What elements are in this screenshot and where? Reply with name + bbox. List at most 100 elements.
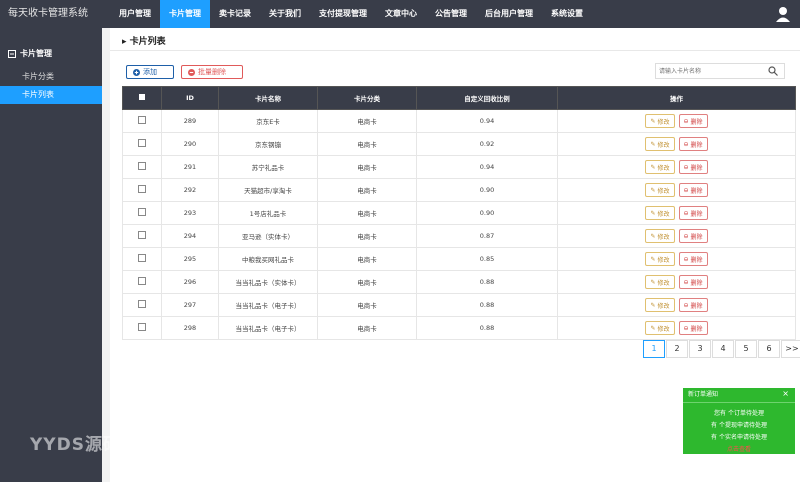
select-all-checkbox[interactable] xyxy=(139,94,145,100)
nav-item-2[interactable]: 卖卡记录 xyxy=(210,0,260,28)
edit-button[interactable]: ✎ 修改 xyxy=(645,137,675,151)
edit-button[interactable]: ✎ 修改 xyxy=(645,321,675,335)
delete-button[interactable]: ⊖ 删除 xyxy=(678,206,708,220)
header-card-name[interactable]: 卡片名称 xyxy=(218,86,318,110)
cell-custom-rate: 0.85 xyxy=(416,247,558,271)
edit-button[interactable]: ✎ 修改 xyxy=(645,229,675,243)
cell-card-name: 中粮我买网礼品卡 xyxy=(218,247,318,271)
row-checkbox[interactable] xyxy=(138,231,146,239)
sidebar-item-card-list[interactable]: 卡片列表 xyxy=(0,86,102,104)
row-checkbox[interactable] xyxy=(138,185,146,193)
minus-circle-icon: ⊖ xyxy=(683,117,689,125)
pencil-icon: ✎ xyxy=(650,232,656,240)
cell-card-name: 京东E卡 xyxy=(218,109,318,133)
cell-actions: ✎ 修改 ⊖ 删除 xyxy=(557,132,796,156)
minus-circle-icon: ⊖ xyxy=(683,255,689,263)
pencil-icon: ✎ xyxy=(650,163,656,171)
cell-card-category: 电商卡 xyxy=(317,109,417,133)
edit-button[interactable]: ✎ 修改 xyxy=(645,298,675,312)
sidebar: 卡片管理 卡片分类 卡片列表 xyxy=(0,28,102,482)
user-icon[interactable] xyxy=(776,6,790,22)
page-button-5[interactable]: 6 xyxy=(758,340,780,358)
page-button-0[interactable]: 1 xyxy=(643,340,665,358)
table-row: 298 当当礼品卡（电子卡） 电商卡 0.88 ✎ 修改 ⊖ 删除 xyxy=(122,316,796,340)
cell-id: 291 xyxy=(161,155,219,179)
nav-item-3[interactable]: 关于我们 xyxy=(260,0,310,28)
row-checkbox[interactable] xyxy=(138,208,146,216)
pagination: 1 2 3 4 5 6 >> xyxy=(642,340,800,358)
cell-custom-rate: 0.90 xyxy=(416,178,558,202)
pencil-icon: ✎ xyxy=(650,140,656,148)
row-checkbox[interactable] xyxy=(138,254,146,262)
select-all-cell xyxy=(122,86,162,110)
page-button-4[interactable]: 5 xyxy=(735,340,757,358)
page-button-1[interactable]: 2 xyxy=(666,340,688,358)
pencil-icon: ✎ xyxy=(650,301,656,309)
row-checkbox[interactable] xyxy=(138,300,146,308)
row-checkbox[interactable] xyxy=(138,116,146,124)
cell-card-name: 1号店礼品卡 xyxy=(218,201,318,225)
edit-button[interactable]: ✎ 修改 xyxy=(645,160,675,174)
row-checkbox[interactable] xyxy=(138,162,146,170)
nav-item-1[interactable]: 卡片管理 xyxy=(160,0,210,28)
cell-custom-rate: 0.88 xyxy=(416,270,558,294)
row-checkbox-cell xyxy=(122,178,162,202)
add-button[interactable]: 添加 xyxy=(126,65,174,79)
table-row: 291 苏宁礼品卡 电商卡 0.94 ✎ 修改 ⊖ 删除 xyxy=(122,155,796,179)
table-row: 289 京东E卡 电商卡 0.94 ✎ 修改 ⊖ 删除 xyxy=(122,109,796,133)
edit-button[interactable]: ✎ 修改 xyxy=(645,206,675,220)
minus-circle-icon: ⊖ xyxy=(683,140,689,148)
nav-item-8[interactable]: 系统设置 xyxy=(542,0,592,28)
edit-button[interactable]: ✎ 修改 xyxy=(645,114,675,128)
cell-id: 295 xyxy=(161,247,219,271)
page-button-2[interactable]: 3 xyxy=(689,340,711,358)
delete-button[interactable]: ⊖ 删除 xyxy=(678,183,708,197)
sidebar-item-card-category[interactable]: 卡片分类 xyxy=(0,68,102,86)
delete-button[interactable]: ⊖ 删除 xyxy=(678,137,708,151)
cell-actions: ✎ 修改 ⊖ 删除 xyxy=(557,270,796,294)
edit-button[interactable]: ✎ 修改 xyxy=(645,275,675,289)
row-checkbox[interactable] xyxy=(138,323,146,331)
header-custom-rate[interactable]: 自定义回收比例 xyxy=(416,86,558,110)
cell-id: 293 xyxy=(161,201,219,225)
search-input[interactable] xyxy=(656,64,762,78)
nav-item-7[interactable]: 后台用户管理 xyxy=(476,0,542,28)
notice-title: 新订单通知 xyxy=(683,388,795,403)
header-card-category[interactable]: 卡片分类 xyxy=(317,86,417,110)
delete-button[interactable]: ⊖ 删除 xyxy=(678,114,708,128)
delete-button[interactable]: ⊖ 删除 xyxy=(678,229,708,243)
delete-button[interactable]: ⊖ 删除 xyxy=(678,298,708,312)
row-checkbox-cell xyxy=(122,132,162,156)
delete-button[interactable]: ⊖ 删除 xyxy=(678,275,708,289)
delete-button[interactable]: ⊖ 删除 xyxy=(678,252,708,266)
nav-item-6[interactable]: 公告管理 xyxy=(426,0,476,28)
edit-button[interactable]: ✎ 修改 xyxy=(645,183,675,197)
cell-card-category: 电商卡 xyxy=(317,316,417,340)
minus-circle-icon: ⊖ xyxy=(683,301,689,309)
page-button-6[interactable]: >> xyxy=(781,340,800,358)
delete-button[interactable]: ⊖ 删除 xyxy=(678,160,708,174)
nav-item-5[interactable]: 文章中心 xyxy=(376,0,426,28)
cell-id: 297 xyxy=(161,293,219,317)
notice-line-orders: 您有 个订单待处理 xyxy=(714,410,764,417)
minus-circle-icon: ⊖ xyxy=(683,209,689,217)
cell-actions: ✎ 修改 ⊖ 删除 xyxy=(557,155,796,179)
row-checkbox[interactable] xyxy=(138,277,146,285)
row-checkbox[interactable] xyxy=(138,139,146,147)
notice-view-link[interactable]: 点击查看 xyxy=(683,444,795,453)
header-id[interactable]: ID xyxy=(161,86,219,110)
page-button-3[interactable]: 4 xyxy=(712,340,734,358)
edit-button[interactable]: ✎ 修改 xyxy=(645,252,675,266)
cell-actions: ✎ 修改 ⊖ 删除 xyxy=(557,201,796,225)
search-icon[interactable] xyxy=(768,66,778,76)
close-icon[interactable]: × xyxy=(782,389,789,398)
nav-item-4[interactable]: 支付提现管理 xyxy=(310,0,376,28)
batch-delete-button[interactable]: 批量删除 xyxy=(181,65,243,79)
sidebar-group-card-management[interactable]: 卡片管理 xyxy=(8,48,52,59)
table-row: 296 当当礼品卡（实体卡） 电商卡 0.88 ✎ 修改 ⊖ 删除 xyxy=(122,270,796,294)
header-actions: 操作 xyxy=(557,86,796,110)
cell-card-name: 当当礼品卡（实体卡） xyxy=(218,270,318,294)
nav-item-0[interactable]: 用户管理 xyxy=(110,0,160,28)
notice-line-realname: 有 个实名申请待处理 xyxy=(711,434,767,441)
delete-button[interactable]: ⊖ 删除 xyxy=(678,321,708,335)
